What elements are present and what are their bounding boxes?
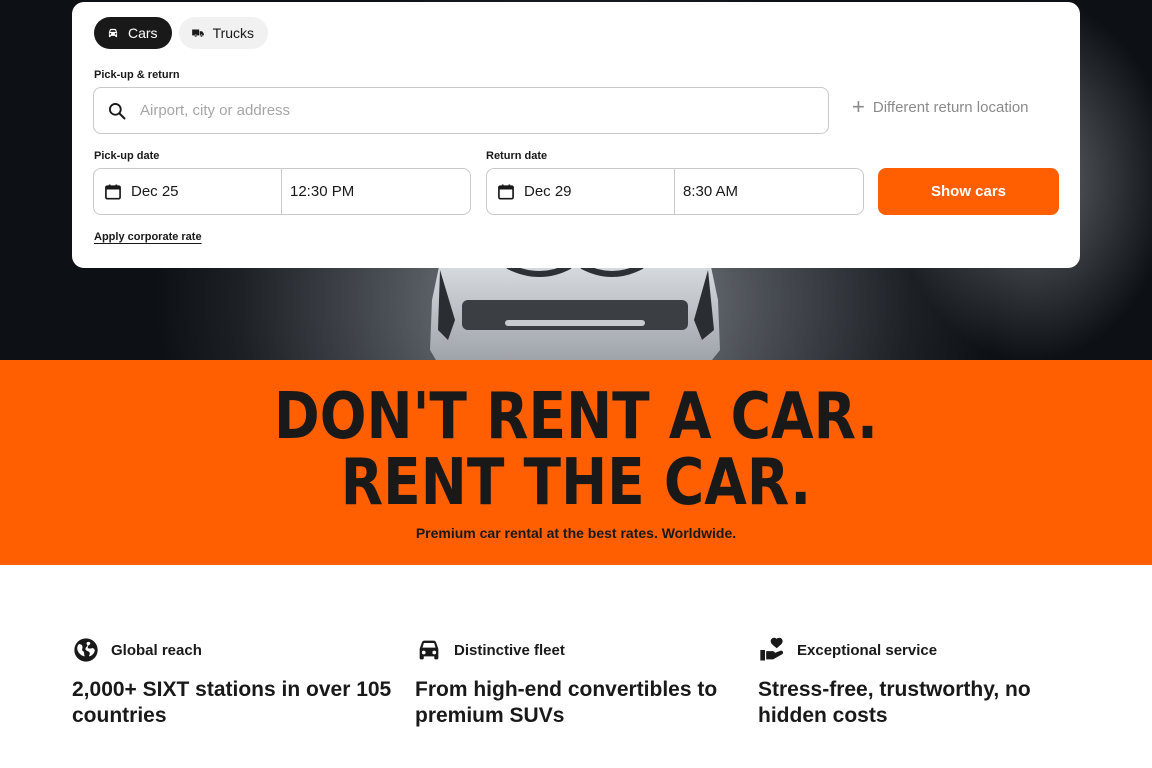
headline-line-2: RENT THE CAR. — [340, 446, 812, 520]
search-icon — [109, 102, 126, 119]
headline-subline: Premium car rental at the best rates. Wo… — [415, 525, 737, 541]
feature-exceptional-service: Exceptional service Stress-free, trustwo… — [758, 636, 1078, 729]
different-return-location-button[interactable]: + Different return location — [852, 94, 1029, 119]
feature-title: Exceptional service — [797, 641, 938, 659]
pickup-time-picker[interactable]: 12:30 PM — [282, 169, 470, 214]
return-date-label: Return date — [486, 150, 548, 162]
feature-title: Global reach — [111, 641, 202, 659]
apply-corporate-rate-link[interactable]: Apply corporate rate — [94, 231, 202, 243]
location-field[interactable] — [93, 87, 829, 134]
pickup-date-label: Pick-up date — [94, 150, 160, 162]
return-time-picker[interactable]: 8:30 AM — [675, 169, 863, 214]
feature-text: 2,000+ SIXT stations in over 105 countri… — [72, 678, 392, 727]
car-front-icon — [419, 640, 439, 660]
car-icon — [108, 28, 118, 38]
tab-trucks[interactable]: Trucks — [178, 17, 269, 49]
calendar-icon — [498, 184, 514, 199]
pickup-time-value: 12:30 PM — [290, 183, 355, 200]
feature-global-reach: Global reach 2,000+ SIXT stations in ove… — [72, 636, 392, 729]
pickup-date-value: Dec 25 — [131, 183, 179, 200]
return-time-value: 8:30 AM — [683, 183, 739, 200]
globe-icon — [74, 638, 98, 662]
pickup-datetime-field: Dec 25 12:30 PM — [93, 168, 471, 215]
vehicle-tabs: Cars Trucks — [94, 17, 269, 49]
feature-distinctive-fleet: Distinctive fleet From high-end converti… — [415, 636, 735, 729]
heart-hand-icon — [760, 637, 784, 661]
show-cars-button[interactable]: Show cars — [878, 168, 1059, 215]
return-date-picker[interactable]: Dec 29 — [487, 169, 675, 214]
headline-band: DON'T RENT A CAR. RENT THE CAR. Premium … — [0, 360, 1152, 565]
pickup-return-label: Pick-up & return — [94, 69, 180, 81]
headline-line-1: DON'T RENT A CAR. — [274, 380, 878, 454]
feature-title: Distinctive fleet — [454, 641, 565, 659]
pickup-date-picker[interactable]: Dec 25 — [94, 169, 282, 214]
tab-cars-label: Cars — [128, 25, 158, 41]
plus-icon: + — [852, 94, 865, 119]
different-return-label: Different return location — [872, 98, 1029, 116]
return-datetime-field: Dec 29 8:30 AM — [486, 168, 864, 215]
truck-icon — [191, 29, 204, 37]
return-date-value: Dec 29 — [524, 183, 572, 200]
feature-text: From high-end convertibles to premium SU… — [415, 678, 718, 727]
calendar-icon — [105, 184, 121, 199]
tab-cars[interactable]: Cars — [94, 17, 172, 49]
feature-text: Stress-free, trustworthy, no hidden cost… — [758, 678, 1031, 727]
search-card: Cars Trucks Pick-up & return + Different… — [72, 2, 1080, 268]
tab-trucks-label: Trucks — [212, 25, 255, 41]
headline: DON'T RENT A CAR. RENT THE CAR. — [81, 384, 1072, 516]
location-input[interactable] — [140, 102, 800, 119]
